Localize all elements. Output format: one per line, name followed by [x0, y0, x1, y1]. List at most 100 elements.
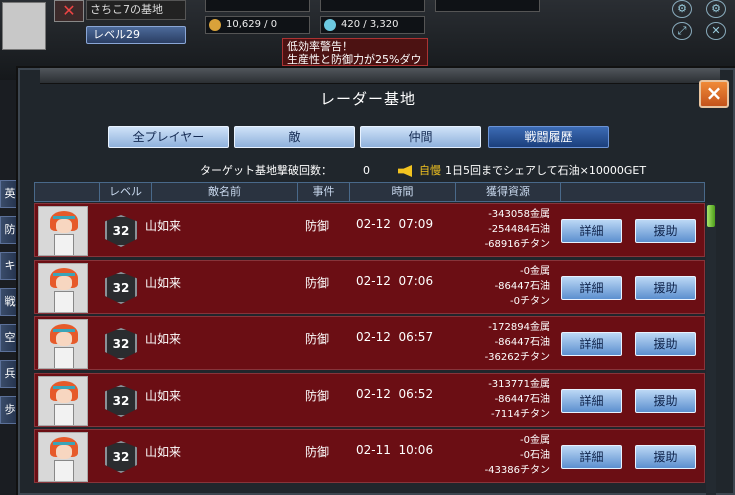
player-level: レベル29: [86, 26, 186, 44]
col-time: 時間: [349, 183, 455, 201]
battle-time: 02-12 07:09: [356, 217, 434, 231]
loot-oil: -254484石油: [488, 224, 550, 235]
settings-icon[interactable]: ⚙: [672, 0, 692, 18]
level-badge: 32: [105, 215, 137, 247]
help-button[interactable]: 援助: [635, 276, 696, 300]
detail-button[interactable]: 詳細: [561, 219, 622, 243]
detail-button[interactable]: 詳細: [561, 332, 622, 356]
help-button[interactable]: 援助: [635, 219, 696, 243]
side-tab-soldier[interactable]: 兵: [0, 360, 20, 388]
crystal-resource: 420 / 3,320: [320, 16, 425, 34]
dialog-header-rail: [40, 68, 720, 84]
help-button[interactable]: 援助: [635, 445, 696, 469]
loot-resources: -313771金属 -86447石油 -7114チタン: [455, 377, 550, 422]
crystal-icon: [324, 19, 336, 31]
loot-titanium: -43386チタン: [484, 465, 550, 476]
battle-time: 02-12 07:06: [356, 274, 434, 288]
level-badge: 32: [105, 328, 137, 360]
event-type: 防御: [305, 389, 330, 403]
target-info-line: ターゲット基地撃破回数： 0 自慢 1日5回までシェアして石油×10000GET: [200, 163, 700, 179]
loot-oil: -0石油: [520, 450, 550, 461]
enemy-name: 山如来: [145, 445, 182, 459]
table-row: 32 山如来 防御 02-11 10:06 -0金属 -0石油 -43386チタ…: [34, 429, 705, 483]
loot-resources: -172894金属 -86447石油 -36262チタン: [455, 320, 550, 365]
loot-resources: -0金属 -0石油 -43386チタン: [455, 433, 550, 478]
table-row: 32 山如来 防御 02-12 07:09 -343058金属 -254484石…: [34, 203, 705, 257]
enemy-name: 山如来: [145, 389, 182, 403]
table-row: 32 山如来 防御 02-12 06:57 -172894金属 -86447石油…: [34, 316, 705, 370]
detail-button[interactable]: 詳細: [561, 389, 622, 413]
col-event: 事件: [297, 183, 349, 201]
loot-resources: -343058金属 -254484石油 -68916チタン: [455, 207, 550, 252]
enemy-name: 山如来: [145, 332, 182, 346]
low-efficiency-warning[interactable]: 低効率警告！ 生産性と防御力が25%ダウン: [282, 38, 428, 66]
resource-top-1: [205, 0, 310, 12]
help-button[interactable]: 援助: [635, 389, 696, 413]
side-tab-infantry[interactable]: 歩: [0, 396, 20, 424]
crossed-swords-icon: ✕: [54, 0, 84, 22]
tab-battle-history[interactable]: 戦闘履歴: [488, 126, 609, 148]
resource-top-3: [435, 0, 540, 12]
loot-oil: -86447石油: [494, 394, 550, 405]
loot-metal: -313771金属: [488, 379, 550, 390]
enemy-avatar: [38, 432, 88, 482]
expand-icon[interactable]: ⤢: [672, 22, 692, 40]
loot-titanium: -36262チタン: [484, 352, 550, 363]
table-header: レベル 敵名前 事件 時間 獲得資源: [34, 182, 705, 202]
side-tab-hero[interactable]: 英: [0, 180, 20, 208]
enemy-avatar: [38, 263, 88, 313]
enemy-avatar: [38, 376, 88, 426]
loot-metal: -0金属: [520, 266, 550, 277]
share-reward-text: 1日5回までシェアして石油×10000GET: [445, 164, 647, 177]
tab-enemies[interactable]: 敵: [234, 126, 355, 148]
enemy-avatar: [38, 319, 88, 369]
loot-metal: -172894金属: [488, 322, 550, 333]
event-type: 防御: [305, 219, 330, 233]
close-circle-icon[interactable]: ✕: [706, 22, 726, 40]
loot-titanium: -68916チタン: [484, 239, 550, 250]
hud-icons: ⚙ ⚙ ⤢ ✕: [668, 0, 735, 44]
destroy-count-label: ターゲット基地撃破回数：: [200, 164, 332, 177]
detail-button[interactable]: 詳細: [561, 276, 622, 300]
battle-history-list: 32 山如来 防御 02-12 07:09 -343058金属 -254484石…: [34, 203, 705, 495]
loot-oil: -86447石油: [494, 281, 550, 292]
player-avatar[interactable]: [2, 2, 46, 50]
enemy-name: 山如来: [145, 219, 182, 233]
battle-time: 02-11 10:06: [356, 443, 434, 457]
col-enemy-name: 敵名前: [151, 183, 297, 201]
table-row: 32 山如来 防御 02-12 06:52 -313771金属 -86447石油…: [34, 373, 705, 427]
gear-icon[interactable]: ⚙: [706, 0, 726, 18]
metal-icon: [209, 19, 221, 31]
event-type: 防御: [305, 276, 330, 290]
col-actions: [560, 183, 706, 201]
loot-metal: -343058金属: [488, 209, 550, 220]
base-name: さちこ7の基地: [86, 0, 186, 20]
metal-resource: 10,629 / 0: [205, 16, 310, 34]
enemy-name: 山如来: [145, 276, 182, 290]
level-badge: 32: [105, 441, 137, 473]
event-type: 防御: [305, 445, 330, 459]
close-button[interactable]: ×: [699, 80, 729, 108]
tab-all-players[interactable]: 全プレイヤー: [108, 126, 229, 148]
table-row: 32 山如来 防御 02-12 07:06 -0金属 -86447石油 -0チタ…: [34, 260, 705, 314]
boast-link[interactable]: 自慢: [419, 163, 441, 179]
side-tab-ki[interactable]: キ: [0, 252, 20, 280]
loot-metal: -0金属: [520, 435, 550, 446]
level-badge: 32: [105, 272, 137, 304]
battle-time: 02-12 06:52: [356, 387, 434, 401]
loot-titanium: -0チタン: [510, 296, 550, 307]
list-scrollbar[interactable]: [706, 203, 716, 495]
col-loot: 獲得資源: [455, 183, 560, 201]
side-tab-battle[interactable]: 戦: [0, 288, 20, 316]
speaker-icon: [398, 165, 412, 177]
col-level: レベル: [99, 183, 151, 201]
help-button[interactable]: 援助: [635, 332, 696, 356]
side-tab-air[interactable]: 空: [0, 324, 20, 352]
dialog-title: レーダー基地: [319, 90, 416, 108]
loot-oil: -86447石油: [494, 337, 550, 348]
detail-button[interactable]: 詳細: [561, 445, 622, 469]
side-tab-defense[interactable]: 防: [0, 216, 20, 244]
scrollbar-thumb[interactable]: [707, 205, 715, 227]
tab-allies[interactable]: 仲間: [360, 126, 481, 148]
destroy-count: 0: [363, 164, 370, 177]
